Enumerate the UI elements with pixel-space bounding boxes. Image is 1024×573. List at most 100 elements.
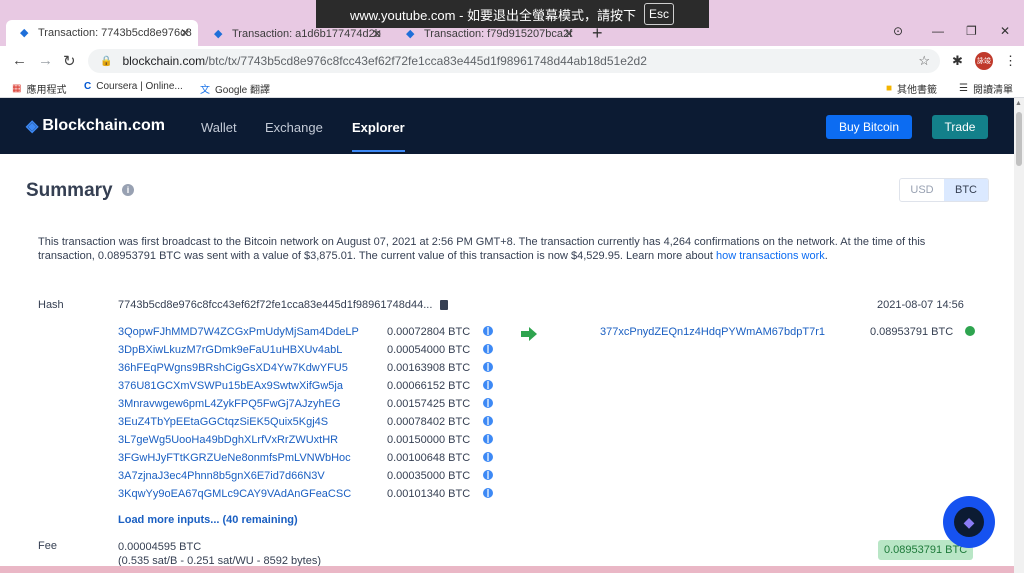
input-globe-icon[interactable] [483,416,493,426]
bookmark-google-translate[interactable]: 文 Google 翻譯 [200,81,270,96]
input-address[interactable]: 3KqwYy9oEA67qGMLc9CAY9VAdAnGFeaCSC [118,488,351,500]
input-address[interactable]: 3DpBXiwLkuzM7rGDmk9eFaU1uHBXUv4abL [118,344,342,356]
input-amount: 0.00066152 BTC [387,380,471,392]
coursera-icon: C [84,81,92,92]
esc-key-hint: Esc [644,3,675,25]
input-globe-icon[interactable] [483,362,493,372]
input-globe-icon[interactable] [483,452,493,462]
hash-value: 7743b5cd8e976c8fcc43ef62f72fe1cca83e445d… [118,299,433,311]
fullscreen-exit-banner: www.youtube.com - 如要退出全螢幕模式，請按下 Esc [316,0,709,28]
input-amount: 0.00163908 BTC [387,362,471,374]
restore-icon[interactable]: ❐ [966,24,977,38]
blockchain-favicon-icon: ◆ [406,28,415,40]
input-row: 3DpBXiwLkuzM7rGDmk9eFaU1uHBXUv4abL 0.0005… [118,344,498,360]
reading-list-icon: ☰ [959,83,968,94]
input-globe-icon[interactable] [483,326,493,336]
input-row: 3L7geWg5UooHa49bDghXLrfVxRrZWUxtHR 0.0015… [118,434,498,450]
tab-close-icon[interactable]: ✕ [372,27,382,41]
nav-wallet[interactable]: Wallet [201,120,237,135]
ethereum-floating-button[interactable]: ◆ [943,496,995,548]
bookmark-reading-list[interactable]: ☰ 閱讀清單 [959,81,1013,96]
input-row: 3KqwYy9oEA67qGMLc9CAY9VAdAnGFeaCSC 0.0010… [118,488,498,504]
input-globe-icon[interactable] [483,434,493,444]
fee-value: 0.00004595 BTC (0.535 sat/B - 0.251 sat/… [118,540,321,568]
tab-close-icon[interactable]: ✕ [564,27,574,41]
input-row: 36hFEqPWgns9BRshCigGsXD4Yw7KdwYFU5 0.0016… [118,362,498,378]
input-amount: 0.00054000 BTC [387,344,471,356]
bookmark-other[interactable]: ■ 其他書籤 [886,81,937,96]
bookmark-label: 閱讀清單 [972,85,1013,96]
input-address[interactable]: 376U81GCXmVSWPu15bEAx9SwtwXifGw5ja [118,380,343,392]
summary-title: Summary [26,180,113,201]
arrow-right-icon [521,327,537,341]
info-icon[interactable]: i [122,184,134,196]
nav-explorer[interactable]: Explorer [352,120,405,152]
buy-bitcoin-button[interactable]: Buy Bitcoin [826,115,912,139]
bookmark-coursera[interactable]: C Coursera | Online... [84,81,183,92]
browser-menu-icon[interactable]: ⋮ [1004,53,1017,69]
nav-exchange[interactable]: Exchange [265,120,323,135]
tab-label: Transaction: f79d915207bca2f [424,28,573,40]
input-amount: 0.00101340 BTC [387,488,471,500]
extensions-puzzle-icon[interactable]: ✱ [952,53,963,69]
input-globe-icon[interactable] [483,470,493,480]
currency-usd-option[interactable]: USD [900,179,944,201]
bookmarks-bar: ▦ 應用程式 C Coursera | Online... 文 Google 翻… [0,76,1024,98]
copy-clipboard-icon[interactable] [440,300,449,310]
input-address[interactable]: 36hFEqPWgns9BRshCigGsXD4Yw7KdwYFU5 [118,362,348,374]
input-address[interactable]: 3Mnravwgew6pmL4ZykFPQ5FwGj7AJzyhEG [118,398,341,410]
blockchain-favicon-icon: ◆ [214,28,223,40]
input-row: 3A7zjnaJ3ec4Phnn8b5gnX6E7id7d66N3V 0.0003… [118,470,498,486]
input-address[interactable]: 3QopwFJhMMD7W4ZCGxPmUdyMjSam4DdeLP [118,326,359,338]
input-address[interactable]: 3FGwHJyFTtKGRZUeNe8onmfsPmLVNWbHoc [118,452,351,464]
tab-search-icon[interactable]: ⊙ [893,24,903,38]
blockchain-logo-icon: ◈ [26,118,39,135]
page-scrollbar[interactable]: ▲ [1014,98,1024,573]
fee-label: Fee [38,540,57,552]
tab-close-icon[interactable]: ✕ [180,26,190,40]
scroll-up-icon[interactable]: ▲ [1015,100,1022,107]
input-globe-icon[interactable] [483,344,493,354]
input-amount: 0.00078402 BTC [387,416,471,428]
input-address[interactable]: 3A7zjnaJ3ec4Phnn8b5gnX6E7id7d66N3V [118,470,325,482]
input-address[interactable]: 3L7geWg5UooHa49bDghXLrfVxRrZWUxtHR [118,434,338,446]
reload-icon[interactable]: ↻ [63,52,76,70]
currency-btc-option[interactable]: BTC [944,179,988,201]
address-bar[interactable]: 🔒 blockchain.com/btc/tx/7743b5cd8e976c8f… [88,49,940,73]
learn-more-link[interactable]: how transactions work [716,250,825,262]
blockchain-logo[interactable]: ◈ Blockchain.com [26,116,165,136]
load-more-inputs-link[interactable]: Load more inputs... (40 remaining) [118,514,298,526]
tab-transaction-1[interactable]: ◆ Transaction: 7743b5cd8e976c8 ✕ [6,20,198,46]
input-address[interactable]: 3EuZ4TbYpEEtaGGCtqzSiEK5Quix5Kgj4S [118,416,328,428]
input-amount: 0.00150000 BTC [387,434,471,446]
input-row: 3Mnravwgew6pmL4ZykFPQ5FwGj7AJzyhEG 0.0015… [118,398,498,414]
input-row: 376U81GCXmVSWPu15bEAx9SwtwXifGw5ja 0.0006… [118,380,498,396]
scrollbar-thumb[interactable] [1016,112,1022,166]
output-globe-icon[interactable] [965,326,975,336]
minimize-icon[interactable]: — [932,24,944,38]
input-globe-icon[interactable] [483,380,493,390]
tab-label: Transaction: 7743b5cd8e976c8 [38,27,192,39]
bookmark-star-icon[interactable]: ☆ [918,53,930,69]
output-address[interactable]: 377xcPnydZEQn1z4HdqPYWmAM67bdpT7r1 [600,326,825,338]
transaction-timestamp: 2021-08-07 14:56 [877,299,964,311]
url-path: /btc/tx/7743b5cd8e976c8fcc43ef62f72fe1cc… [205,54,647,68]
input-globe-icon[interactable] [483,398,493,408]
bookmark-label: Google 翻譯 [215,85,271,96]
url-host: blockchain.com [122,54,206,68]
input-amount: 0.00072804 BTC [387,326,471,338]
tab-label: Transaction: a1d6b177474d2b [232,28,381,40]
window-close-icon[interactable]: ✕ [1000,24,1010,38]
bookmark-apps[interactable]: ▦ 應用程式 [12,81,66,96]
fee-amount: 0.00004595 BTC [118,541,202,553]
trade-button[interactable]: Trade [932,115,988,139]
input-globe-icon[interactable] [483,488,493,498]
ethereum-icon: ◆ [954,507,984,537]
back-arrow-icon[interactable]: ← [12,52,27,69]
profile-avatar[interactable]: 詠竣 [975,52,993,70]
forward-arrow-icon[interactable]: → [38,52,53,69]
input-row: 3FGwHJyFTtKGRZUeNe8onmfsPmLVNWbHoc 0.0010… [118,452,498,468]
input-row: 3EuZ4TbYpEEtaGGCtqzSiEK5Quix5Kgj4S 0.0007… [118,416,498,432]
currency-toggle: USD BTC [899,178,989,202]
lock-icon: 🔒 [100,55,113,67]
